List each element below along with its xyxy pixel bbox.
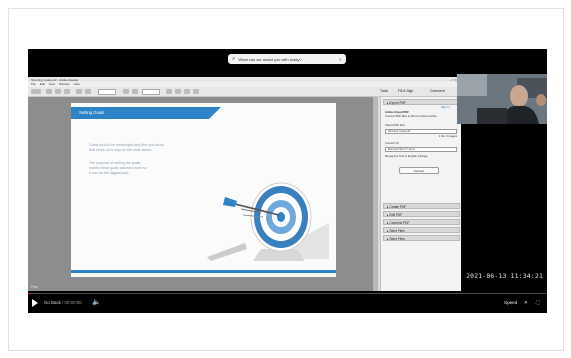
panel-section-combine[interactable]: ▸ Combine PDF bbox=[383, 219, 460, 225]
webcam-feed bbox=[457, 74, 547, 124]
pdf-slide: Setting Goals Goals should be meaningful… bbox=[71, 103, 336, 277]
zoom-field[interactable] bbox=[142, 89, 160, 95]
close-icon[interactable]: ✕ bbox=[339, 57, 342, 62]
assist-text: What can we assist you with today? bbox=[238, 56, 302, 62]
vertical-scrollbar[interactable] bbox=[373, 97, 378, 291]
fullscreen-icon[interactable]: ⛶ bbox=[536, 298, 539, 308]
time-display: Go Back / 00:00:00 bbox=[44, 299, 82, 307]
print-icon[interactable] bbox=[55, 89, 61, 94]
duration: / 00:00:00 bbox=[62, 300, 82, 305]
document-area: Setting Goals Goals should be meaningful… bbox=[28, 97, 378, 291]
slide-footer-bar bbox=[71, 270, 336, 273]
search-icon: ⌕ bbox=[232, 55, 236, 62]
target-arrow-icon bbox=[207, 182, 329, 261]
fit-width-icon[interactable] bbox=[175, 89, 181, 94]
convert-select[interactable]: Microsoft Word (*.docx) bbox=[385, 147, 457, 152]
shared-screen: Shooting Goals.pdf - Adobe Reader – □ ✕ … bbox=[28, 77, 461, 291]
app-window-title: Shooting Goals.pdf - Adobe Reader bbox=[31, 77, 79, 82]
meeting-assist-pill[interactable]: ⌕ What can we assist you with today? ✕ bbox=[228, 54, 346, 64]
slide-line: that helps us to stay on the clear actio… bbox=[89, 148, 153, 152]
slide-title-accent bbox=[209, 107, 221, 119]
convert-label: Convert To: bbox=[385, 141, 400, 145]
shuffle-icon[interactable]: ✕ bbox=[524, 298, 528, 308]
panel-section-edit[interactable]: ▸ Edit PDF bbox=[383, 211, 460, 217]
mail-icon[interactable] bbox=[64, 89, 70, 94]
menu-view[interactable]: View bbox=[49, 82, 55, 86]
volume-icon[interactable]: 🔈 bbox=[92, 298, 101, 308]
slide-line: it can be the biggest part. bbox=[89, 171, 130, 175]
select-label: Select PDF File: bbox=[385, 123, 406, 127]
menu-window[interactable]: Window bbox=[59, 82, 70, 86]
page-up-icon[interactable] bbox=[76, 89, 82, 94]
tools-panel: ▸ Export PDF Sign In Adobe ExportPDF Con… bbox=[380, 97, 461, 291]
side-label: Play bbox=[31, 285, 38, 289]
page-number-field[interactable] bbox=[98, 89, 116, 95]
panel-section-create[interactable]: ▸ Create PDF bbox=[383, 203, 460, 209]
video-timestamp: 2021-06-13 11:34:21 bbox=[466, 272, 543, 280]
presenter-image bbox=[457, 74, 547, 124]
video-player[interactable]: ⌕ What can we assist you with today? ✕ S… bbox=[28, 49, 547, 313]
panel-section-send[interactable]: ▸ Send Files bbox=[383, 227, 460, 233]
menu-file[interactable]: File bbox=[31, 82, 36, 86]
file-count: 1 file / 0 pages bbox=[438, 134, 457, 138]
menu-help[interactable]: Help bbox=[74, 82, 80, 86]
zoom-out-icon[interactable] bbox=[123, 89, 129, 94]
current-time: Go Back bbox=[44, 300, 61, 305]
sign-icon[interactable] bbox=[193, 89, 199, 94]
window-controls[interactable]: – □ ✕ bbox=[449, 78, 457, 82]
app-toolbar: Tools Fill & Sign Comment bbox=[28, 87, 461, 97]
export-desc: Convert PDF files to Word or Excel onlin… bbox=[385, 114, 438, 118]
slide-paragraph-2: The purpose of setting the goals makes t… bbox=[89, 161, 199, 176]
convert-button[interactable]: Convert bbox=[399, 167, 439, 174]
speed-button[interactable]: Speed bbox=[504, 298, 517, 308]
comment-icon[interactable] bbox=[184, 89, 190, 94]
seek-bar[interactable] bbox=[28, 293, 547, 294]
play-icon[interactable] bbox=[32, 299, 38, 307]
tab-fill-sign[interactable]: Fill & Sign bbox=[398, 88, 413, 95]
player-controls: Go Back / 00:00:00 🔈 Speed ✕ ⛶ bbox=[28, 296, 547, 311]
slide-paragraph-1: Goals should be meaningful and fine-you … bbox=[89, 143, 199, 153]
tab-tools[interactable]: Tools bbox=[380, 88, 388, 95]
panel-section-store[interactable]: ▸ Store Files bbox=[383, 235, 460, 241]
tab-comment[interactable]: Comment bbox=[430, 88, 445, 95]
zoom-in-icon[interactable] bbox=[132, 89, 138, 94]
slide-title: Setting Goals bbox=[71, 107, 209, 119]
fit-page-icon[interactable] bbox=[166, 89, 172, 94]
save-icon[interactable] bbox=[46, 89, 52, 94]
open-icon[interactable] bbox=[31, 89, 41, 94]
menu-edit[interactable]: Edit bbox=[40, 82, 45, 86]
seek-progress bbox=[28, 293, 31, 294]
recognize-text[interactable]: Recognize Text in English Change bbox=[385, 154, 457, 158]
sign-in-link[interactable]: Sign In bbox=[441, 105, 457, 109]
page-down-icon[interactable] bbox=[85, 89, 91, 94]
